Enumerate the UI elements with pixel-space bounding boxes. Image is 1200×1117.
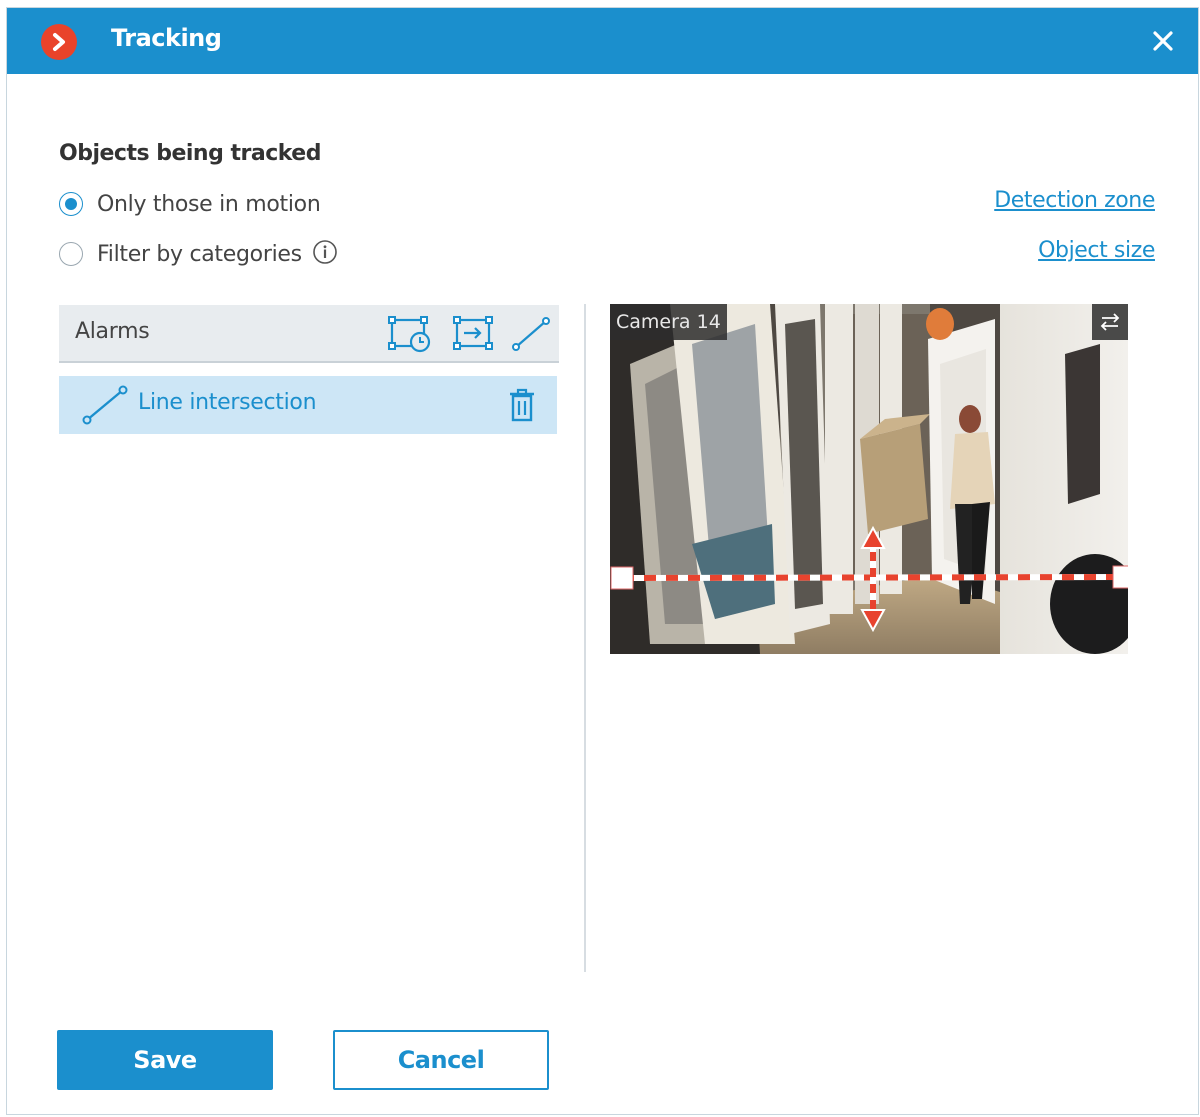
camera-name-label: Camera 14 [610, 304, 727, 340]
radio-only-in-motion[interactable]: Only those in motion [59, 189, 321, 219]
object-size-link[interactable]: Object size [1038, 238, 1155, 263]
zone-enter-icon[interactable] [452, 314, 496, 358]
window-title: Tracking [111, 24, 222, 52]
detection-zone-link[interactable]: Detection zone [994, 188, 1155, 213]
trash-icon[interactable] [507, 387, 537, 427]
section-title: Objects being tracked [59, 141, 321, 166]
info-icon[interactable] [312, 239, 338, 269]
close-icon[interactable] [1150, 28, 1176, 54]
app-logo-icon [41, 24, 77, 60]
radio-label: Filter by categories [97, 241, 302, 267]
list-item[interactable]: Line intersection [59, 376, 557, 434]
title-bar: Tracking [7, 8, 1198, 74]
tracking-dialog: Tracking Objects being tracked Only thos… [6, 7, 1199, 1115]
line-icon[interactable] [511, 314, 551, 358]
save-button[interactable]: Save [57, 1030, 273, 1090]
cancel-button[interactable]: Cancel [333, 1030, 549, 1090]
zone-timer-icon[interactable] [387, 314, 433, 358]
line-icon [81, 384, 129, 430]
alarm-item-label: Line intersection [138, 390, 317, 415]
radio-button-checked[interactable] [59, 192, 83, 216]
radio-button[interactable] [59, 242, 83, 266]
radio-label: Only those in motion [97, 191, 321, 217]
camera-view[interactable]: Camera 14 [610, 304, 1128, 654]
radio-filter-by-categories[interactable]: Filter by categories [59, 239, 338, 269]
swap-arrows-icon[interactable] [1092, 304, 1128, 340]
alarms-header: Alarms [59, 305, 559, 363]
panel-divider [584, 304, 586, 972]
alarms-label: Alarms [75, 319, 150, 344]
camera-frame-image [610, 304, 1128, 654]
